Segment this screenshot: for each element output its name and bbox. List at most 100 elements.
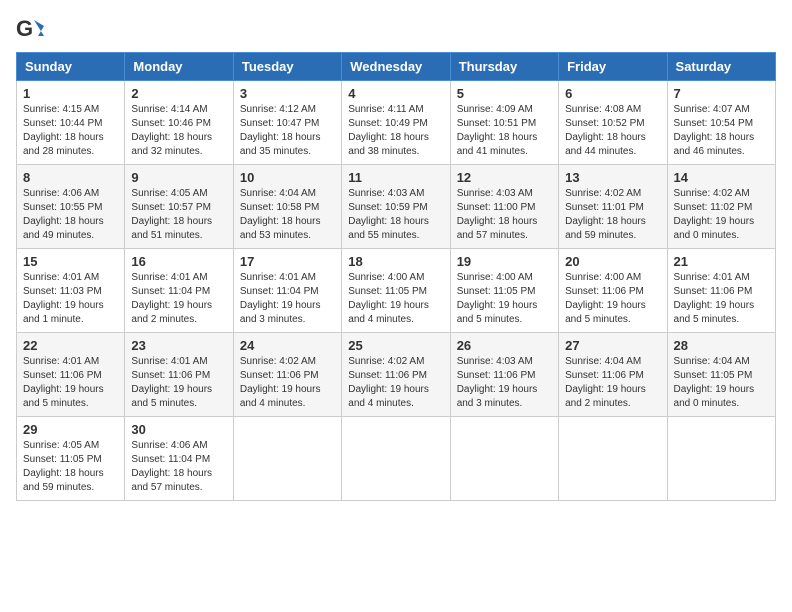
week-row-2: 8 Sunrise: 4:06 AM Sunset: 10:55 PM Dayl… <box>17 165 776 249</box>
calendar-cell: 23 Sunrise: 4:01 AM Sunset: 11:06 PM Day… <box>125 333 233 417</box>
calendar-cell: 21 Sunrise: 4:01 AM Sunset: 11:06 PM Day… <box>667 249 775 333</box>
calendar-cell: 10 Sunrise: 4:04 AM Sunset: 10:58 PM Day… <box>233 165 341 249</box>
calendar-cell: 9 Sunrise: 4:05 AM Sunset: 10:57 PM Dayl… <box>125 165 233 249</box>
day-number: 17 <box>240 254 335 269</box>
day-info: Sunrise: 4:15 AM Sunset: 10:44 PM Daylig… <box>23 103 118 159</box>
day-info: Sunrise: 4:02 AM Sunset: 11:06 PM Daylig… <box>240 355 335 411</box>
day-info: Sunrise: 4:09 AM Sunset: 10:51 PM Daylig… <box>457 103 552 159</box>
day-number: 21 <box>674 254 769 269</box>
calendar-cell: 1 Sunrise: 4:15 AM Sunset: 10:44 PM Dayl… <box>17 81 125 165</box>
week-row-3: 15 Sunrise: 4:01 AM Sunset: 11:03 PM Day… <box>17 249 776 333</box>
day-number: 9 <box>131 170 226 185</box>
logo: G <box>16 16 48 44</box>
day-number: 26 <box>457 338 552 353</box>
calendar-cell: 2 Sunrise: 4:14 AM Sunset: 10:46 PM Dayl… <box>125 81 233 165</box>
day-info: Sunrise: 4:14 AM Sunset: 10:46 PM Daylig… <box>131 103 226 159</box>
day-info: Sunrise: 4:05 AM Sunset: 10:57 PM Daylig… <box>131 187 226 243</box>
day-number: 5 <box>457 86 552 101</box>
calendar-cell: 8 Sunrise: 4:06 AM Sunset: 10:55 PM Dayl… <box>17 165 125 249</box>
calendar-cell: 11 Sunrise: 4:03 AM Sunset: 10:59 PM Day… <box>342 165 450 249</box>
day-info: Sunrise: 4:02 AM Sunset: 11:02 PM Daylig… <box>674 187 769 243</box>
page-header: G <box>16 16 776 44</box>
calendar-cell <box>667 417 775 501</box>
day-number: 18 <box>348 254 443 269</box>
day-info: Sunrise: 4:02 AM Sunset: 11:06 PM Daylig… <box>348 355 443 411</box>
day-info: Sunrise: 4:01 AM Sunset: 11:06 PM Daylig… <box>131 355 226 411</box>
day-number: 1 <box>23 86 118 101</box>
week-row-5: 29 Sunrise: 4:05 AM Sunset: 11:05 PM Day… <box>17 417 776 501</box>
day-number: 3 <box>240 86 335 101</box>
day-info: Sunrise: 4:04 AM Sunset: 11:05 PM Daylig… <box>674 355 769 411</box>
weekday-wednesday: Wednesday <box>342 53 450 81</box>
day-number: 12 <box>457 170 552 185</box>
day-info: Sunrise: 4:00 AM Sunset: 11:06 PM Daylig… <box>565 271 660 327</box>
weekday-monday: Monday <box>125 53 233 81</box>
calendar-cell <box>233 417 341 501</box>
calendar-body: 1 Sunrise: 4:15 AM Sunset: 10:44 PM Dayl… <box>17 81 776 501</box>
calendar-cell: 7 Sunrise: 4:07 AM Sunset: 10:54 PM Dayl… <box>667 81 775 165</box>
calendar-cell: 26 Sunrise: 4:03 AM Sunset: 11:06 PM Day… <box>450 333 558 417</box>
day-info: Sunrise: 4:04 AM Sunset: 10:58 PM Daylig… <box>240 187 335 243</box>
day-info: Sunrise: 4:08 AM Sunset: 10:52 PM Daylig… <box>565 103 660 159</box>
day-info: Sunrise: 4:03 AM Sunset: 11:06 PM Daylig… <box>457 355 552 411</box>
calendar-cell: 6 Sunrise: 4:08 AM Sunset: 10:52 PM Dayl… <box>559 81 667 165</box>
day-number: 10 <box>240 170 335 185</box>
calendar-cell: 5 Sunrise: 4:09 AM Sunset: 10:51 PM Dayl… <box>450 81 558 165</box>
calendar-cell: 30 Sunrise: 4:06 AM Sunset: 11:04 PM Day… <box>125 417 233 501</box>
svg-text:G: G <box>16 16 33 41</box>
calendar-cell: 17 Sunrise: 4:01 AM Sunset: 11:04 PM Day… <box>233 249 341 333</box>
calendar-cell: 20 Sunrise: 4:00 AM Sunset: 11:06 PM Day… <box>559 249 667 333</box>
day-number: 2 <box>131 86 226 101</box>
logo-icon: G <box>16 16 44 44</box>
day-number: 22 <box>23 338 118 353</box>
day-number: 13 <box>565 170 660 185</box>
calendar-cell: 27 Sunrise: 4:04 AM Sunset: 11:06 PM Day… <box>559 333 667 417</box>
day-info: Sunrise: 4:05 AM Sunset: 11:05 PM Daylig… <box>23 439 118 495</box>
day-info: Sunrise: 4:01 AM Sunset: 11:06 PM Daylig… <box>674 271 769 327</box>
day-number: 11 <box>348 170 443 185</box>
calendar-cell <box>450 417 558 501</box>
calendar-cell: 25 Sunrise: 4:02 AM Sunset: 11:06 PM Day… <box>342 333 450 417</box>
calendar-cell: 16 Sunrise: 4:01 AM Sunset: 11:04 PM Day… <box>125 249 233 333</box>
weekday-header-row: SundayMondayTuesdayWednesdayThursdayFrid… <box>17 53 776 81</box>
weekday-tuesday: Tuesday <box>233 53 341 81</box>
day-number: 7 <box>674 86 769 101</box>
calendar-cell: 18 Sunrise: 4:00 AM Sunset: 11:05 PM Day… <box>342 249 450 333</box>
day-number: 4 <box>348 86 443 101</box>
calendar-cell: 14 Sunrise: 4:02 AM Sunset: 11:02 PM Day… <box>667 165 775 249</box>
calendar-cell: 29 Sunrise: 4:05 AM Sunset: 11:05 PM Day… <box>17 417 125 501</box>
day-info: Sunrise: 4:04 AM Sunset: 11:06 PM Daylig… <box>565 355 660 411</box>
week-row-1: 1 Sunrise: 4:15 AM Sunset: 10:44 PM Dayl… <box>17 81 776 165</box>
weekday-thursday: Thursday <box>450 53 558 81</box>
day-info: Sunrise: 4:11 AM Sunset: 10:49 PM Daylig… <box>348 103 443 159</box>
day-info: Sunrise: 4:00 AM Sunset: 11:05 PM Daylig… <box>457 271 552 327</box>
day-number: 28 <box>674 338 769 353</box>
calendar-cell <box>559 417 667 501</box>
day-number: 23 <box>131 338 226 353</box>
day-number: 16 <box>131 254 226 269</box>
day-info: Sunrise: 4:01 AM Sunset: 11:04 PM Daylig… <box>240 271 335 327</box>
day-number: 20 <box>565 254 660 269</box>
day-number: 27 <box>565 338 660 353</box>
calendar-cell: 28 Sunrise: 4:04 AM Sunset: 11:05 PM Day… <box>667 333 775 417</box>
day-number: 19 <box>457 254 552 269</box>
calendar-cell: 24 Sunrise: 4:02 AM Sunset: 11:06 PM Day… <box>233 333 341 417</box>
calendar-cell: 13 Sunrise: 4:02 AM Sunset: 11:01 PM Day… <box>559 165 667 249</box>
day-number: 6 <box>565 86 660 101</box>
calendar-cell: 19 Sunrise: 4:00 AM Sunset: 11:05 PM Day… <box>450 249 558 333</box>
day-info: Sunrise: 4:01 AM Sunset: 11:04 PM Daylig… <box>131 271 226 327</box>
day-number: 15 <box>23 254 118 269</box>
calendar-cell: 15 Sunrise: 4:01 AM Sunset: 11:03 PM Day… <box>17 249 125 333</box>
weekday-saturday: Saturday <box>667 53 775 81</box>
calendar-cell <box>342 417 450 501</box>
day-number: 30 <box>131 422 226 437</box>
calendar: SundayMondayTuesdayWednesdayThursdayFrid… <box>16 52 776 501</box>
day-info: Sunrise: 4:02 AM Sunset: 11:01 PM Daylig… <box>565 187 660 243</box>
day-info: Sunrise: 4:12 AM Sunset: 10:47 PM Daylig… <box>240 103 335 159</box>
day-number: 8 <box>23 170 118 185</box>
day-info: Sunrise: 4:06 AM Sunset: 10:55 PM Daylig… <box>23 187 118 243</box>
day-number: 24 <box>240 338 335 353</box>
day-info: Sunrise: 4:03 AM Sunset: 10:59 PM Daylig… <box>348 187 443 243</box>
day-number: 29 <box>23 422 118 437</box>
day-info: Sunrise: 4:03 AM Sunset: 11:00 PM Daylig… <box>457 187 552 243</box>
